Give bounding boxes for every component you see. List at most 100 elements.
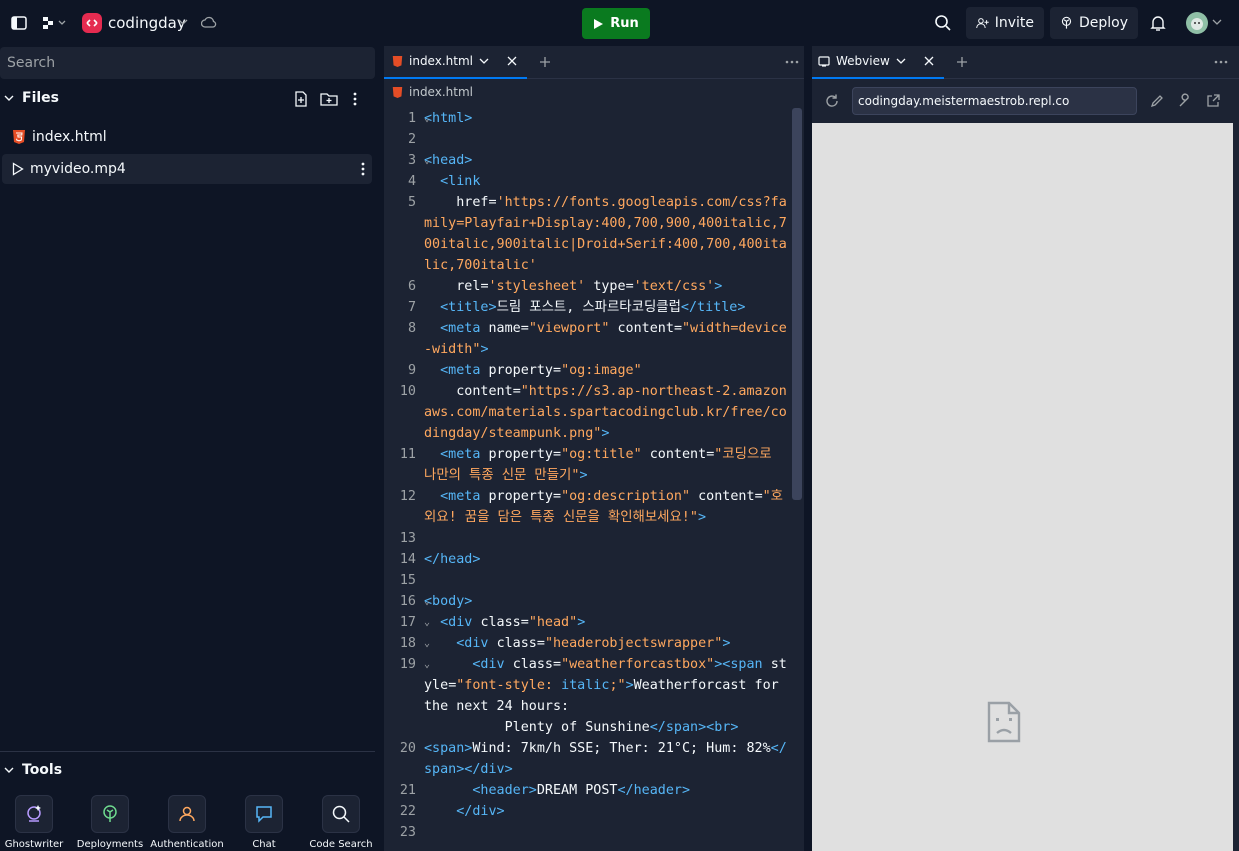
file-item-myvideo-mp4[interactable]: myvideo.mp4 [2, 154, 372, 184]
code-line[interactable]: 20 <span>Wind: 7km/h SSE; Ther: 21°C; Hum… [384, 738, 804, 780]
line-number: 13 [399, 531, 416, 546]
tool-label: Chat [252, 839, 276, 850]
tools-section-header[interactable]: Tools [4, 762, 62, 778]
code-line[interactable]: 13 [384, 528, 804, 549]
code-line[interactable]: 2 [384, 129, 804, 150]
line-content [424, 528, 788, 549]
bell-icon[interactable] [1150, 14, 1166, 32]
line-number: 2 [407, 132, 416, 147]
code-line[interactable]: 9 <meta property="og:image" [384, 360, 804, 381]
editor-scrollbar[interactable] [792, 108, 802, 500]
fold-chevron-icon[interactable]: ⌄ [424, 612, 430, 633]
line-content: <title>드림 포스트, 스파르타코딩클럽</title> [440, 300, 746, 315]
code-line[interactable]: 12 <meta property="og:description" conte… [384, 486, 804, 528]
line-content: <link [440, 174, 481, 189]
run-button[interactable]: Run [582, 8, 650, 39]
code-line[interactable]: 11 <meta property="og:title" content="코딩… [384, 444, 804, 486]
add-user-icon [976, 18, 989, 29]
code-editor[interactable]: 1 ⌄ <html> 2 3 ⌄ <head> 4 <link 5 href='https:/… [384, 108, 804, 851]
user-avatar-icon[interactable] [1185, 11, 1209, 35]
code-line[interactable]: 15 [384, 570, 804, 591]
invite-button[interactable]: Invite [966, 7, 1044, 39]
invite-label: Invite [994, 15, 1034, 31]
webview-tabbar: Webview [812, 46, 1239, 79]
browser-icon [818, 55, 830, 67]
sidebar-toggle-icon[interactable] [10, 14, 28, 32]
tool-deployments[interactable]: Deployments [72, 795, 148, 850]
code-line[interactable]: 1 ⌄ <html> [384, 108, 804, 129]
html5-icon [13, 130, 25, 144]
open-new-tab-icon[interactable] [1205, 93, 1221, 109]
divider [0, 751, 375, 752]
code-line[interactable]: 5 href='https://fonts.googleapis.com/css… [384, 192, 804, 276]
line-number: 5 [407, 195, 416, 210]
line-number: 11 [399, 447, 416, 462]
broken-page-icon [987, 701, 1021, 743]
line-content: content="https://s3.ap-northeast-2.amazo… [424, 384, 787, 441]
code-line[interactable]: 14 </head> [384, 549, 804, 570]
code-line[interactable]: 8 <meta name="viewport" content="width=d… [384, 318, 804, 360]
file-item-index-html[interactable]: index.html [2, 122, 372, 152]
line-number: 3 ⌄ [384, 150, 430, 171]
breadcrumb[interactable]: index.html [392, 85, 473, 99]
search-icon[interactable] [934, 14, 952, 32]
line-number: 12 [399, 489, 416, 504]
fold-chevron-icon[interactable]: ⌄ [424, 654, 430, 675]
kebab-menu-icon[interactable] [352, 91, 358, 107]
code-line[interactable]: 19 ⌄ <div class="weatherforcastbox"><span… [384, 654, 804, 717]
edit-icon[interactable] [1149, 93, 1165, 109]
fold-chevron-icon[interactable]: ⌄ [424, 108, 430, 129]
code-line[interactable]: 22 </div> [384, 801, 804, 822]
pane-menu-icon[interactable] [785, 60, 799, 64]
chevron-down-icon [4, 95, 14, 101]
kebab-menu-icon[interactable] [360, 161, 366, 177]
line-number: 18 ⌄ [384, 633, 430, 654]
code-line[interactable]: 10 content="https://s3.ap-northeast-2.am… [384, 381, 804, 444]
code-line[interactable]: 3 ⌄ <head> [384, 150, 804, 171]
tool-authentication[interactable]: Authentication [149, 795, 225, 850]
code-line[interactable]: 21 <header>DREAM POST</header> [384, 780, 804, 801]
fold-chevron-icon[interactable]: ⌄ [424, 150, 430, 171]
code-line[interactable]: 18 ⌄ <div class="headerobjectswrapper"> [384, 633, 804, 654]
tool-code-search[interactable]: Code Search [303, 795, 379, 850]
code-line[interactable]: 23 [384, 822, 804, 843]
pane-menu-icon[interactable] [1214, 60, 1228, 64]
files-section-header[interactable]: Files [4, 90, 59, 106]
line-content: <head> [424, 153, 473, 168]
code-line[interactable]: Plenty of Sunshine</span><br> [384, 717, 804, 738]
replit-logo-icon[interactable] [42, 14, 68, 32]
tab-webview[interactable]: Webview [812, 46, 944, 79]
chevron-down-icon[interactable] [479, 57, 489, 65]
fold-chevron-icon[interactable]: ⌄ [424, 591, 430, 612]
code-line[interactable]: 7 <title>드림 포스트, 스파르타코딩클럽</title> [384, 297, 804, 318]
new-folder-icon[interactable] [320, 91, 338, 107]
new-file-icon[interactable] [293, 91, 309, 107]
code-line[interactable]: 16 ⌄ <body> [384, 591, 804, 612]
add-tab-icon[interactable] [539, 56, 551, 68]
chevron-down-icon[interactable] [896, 57, 906, 65]
tab-index-html[interactable]: index.html [384, 46, 527, 79]
chevron-down-icon[interactable] [178, 18, 188, 26]
code-line[interactable]: 17 ⌄ <div class="head"> [384, 612, 804, 633]
url-input[interactable]: codingday.meistermaestrob.repl.co [852, 87, 1137, 115]
line-content: <body> [424, 594, 473, 609]
add-tab-icon[interactable] [956, 56, 968, 68]
close-icon[interactable] [505, 54, 519, 68]
deploy-button[interactable]: Deploy [1050, 7, 1138, 39]
chevron-down-icon[interactable] [1212, 18, 1222, 26]
line-content: <meta name="viewport" content="width=dev… [424, 321, 787, 357]
webview-preview[interactable] [812, 123, 1233, 851]
code-line[interactable]: 4 <link [384, 171, 804, 192]
refresh-icon[interactable] [824, 93, 840, 109]
tool-label: Authentication [150, 839, 224, 850]
code-line[interactable]: 6 rel='stylesheet' type='text/css'> [384, 276, 804, 297]
search-input[interactable]: Search [0, 47, 375, 79]
cloud-sync-icon[interactable] [201, 15, 217, 31]
fold-chevron-icon[interactable]: ⌄ [424, 633, 430, 654]
project-name[interactable]: codingday [108, 14, 186, 32]
project-avatar-icon[interactable] [81, 12, 103, 34]
tool-ghostwriter[interactable]: Ghostwriter [0, 795, 72, 850]
devtools-wrench-icon[interactable] [1177, 93, 1193, 109]
tool-chat[interactable]: Chat [226, 795, 302, 850]
close-icon[interactable] [922, 54, 936, 68]
